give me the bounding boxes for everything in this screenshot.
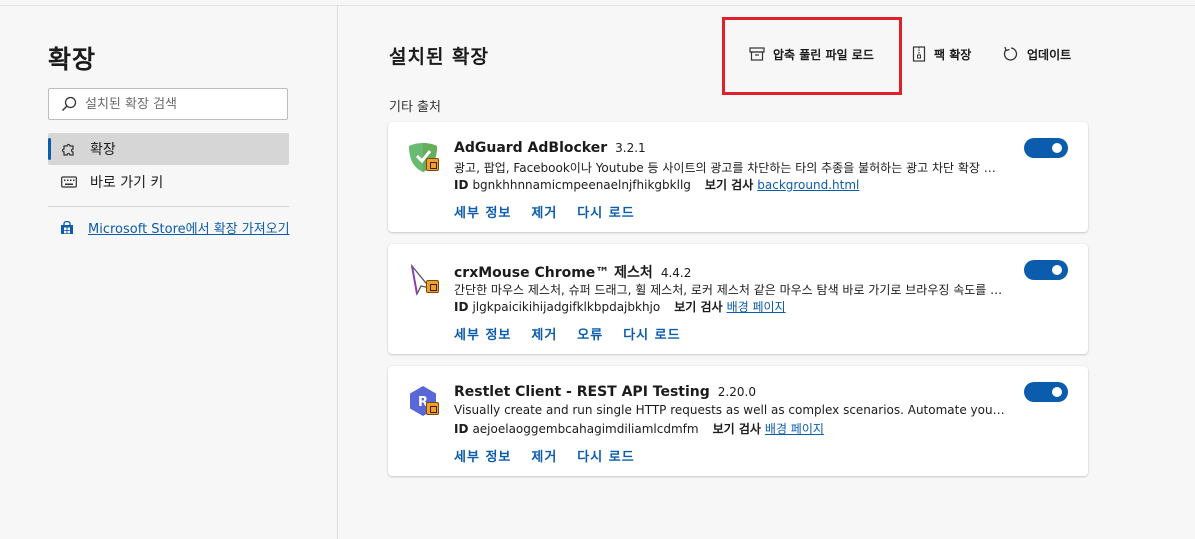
extension-actions: 세부 정보 제거 다시 로드 bbox=[454, 202, 655, 221]
inspect-view-link[interactable]: 배경 페이지 bbox=[727, 300, 786, 314]
extension-id: bgnkhhnnamicmpeenaelnjfhikgbkllg bbox=[472, 178, 691, 192]
extension-id: aejoelaoggembcahagimdiliamlcdmfm bbox=[472, 422, 699, 436]
extension-description: 간단한 마우스 제스처, 슈퍼 드래그, 휠 제스처, 로커 제스처 같은 마우… bbox=[454, 283, 1006, 297]
reload-button[interactable]: 다시 로드 bbox=[577, 202, 634, 221]
update-button[interactable]: 업데이트 bbox=[1003, 44, 1071, 64]
zip-file-icon bbox=[912, 46, 926, 62]
details-button[interactable]: 세부 정보 bbox=[454, 446, 511, 465]
search-icon bbox=[62, 96, 77, 111]
sidebar-item-label: 바로 가기 키 bbox=[90, 175, 164, 191]
extension-version: 4.4.2 bbox=[660, 266, 692, 280]
inspect-label: 보기 검사 bbox=[712, 422, 761, 436]
inspect-label: 보기 검사 bbox=[704, 178, 754, 192]
store-link[interactable]: Microsoft Store에서 확장 가져오기 bbox=[60, 218, 290, 237]
id-label: ID bbox=[454, 178, 469, 192]
extension-id-line: ID bgnkhhnnamicmpeenaelnjfhikgbkllg 보기 검사 b… bbox=[454, 176, 859, 193]
extension-id: jlgkpaicikihijadgifklkbpdajbkhjo bbox=[472, 300, 661, 314]
reload-button[interactable]: 다시 로드 bbox=[623, 324, 680, 343]
developer-mode-badge-icon bbox=[426, 280, 439, 293]
refresh-icon bbox=[1003, 46, 1019, 62]
extension-name: AdGuard AdBlocker 3.2.1 bbox=[454, 140, 646, 156]
developer-mode-badge-icon bbox=[426, 402, 439, 415]
enable-toggle[interactable] bbox=[1024, 382, 1068, 402]
sidebar-divider bbox=[48, 206, 289, 207]
store-bag-icon bbox=[60, 220, 74, 235]
id-label: ID bbox=[454, 422, 469, 436]
inspect-view-link[interactable]: 배경 페이지 bbox=[765, 422, 824, 436]
sidebar-item-extensions[interactable]: 확장 bbox=[48, 133, 289, 165]
extension-name-text: Restlet Client - REST API Testing bbox=[454, 384, 710, 400]
pack-extension-label: 팩 확장 bbox=[934, 47, 972, 62]
extension-description: Visually create and run single HTTP requ… bbox=[454, 403, 1006, 417]
sidebar: 확장 확장 바로 가기 키 bbox=[0, 6, 338, 539]
extension-card: crxMouse Chrome™ 제스처 4.4.2 간단한 마우스 제스처, 슈… bbox=[388, 244, 1088, 354]
section-label-other-sources: 기타 출처 bbox=[389, 100, 441, 115]
keyboard-icon bbox=[60, 173, 78, 191]
extension-card: R Restlet Client - REST API Testing 2.20.… bbox=[388, 366, 1088, 476]
update-label: 업데이트 bbox=[1027, 47, 1072, 62]
pack-extension-button[interactable]: 팩 확장 bbox=[912, 44, 971, 64]
extension-id-line: ID aejoelaoggembcahagimdiliamlcdmfm 보기 검사 배… bbox=[454, 420, 824, 437]
extension-name-text: AdGuard AdBlocker bbox=[454, 140, 608, 156]
puzzle-icon bbox=[60, 140, 78, 158]
extension-name: Restlet Client - REST API Testing 2.20.0 bbox=[454, 384, 756, 400]
sidebar-item-label: 확장 bbox=[90, 142, 116, 158]
search-box[interactable] bbox=[48, 88, 288, 120]
errors-button[interactable]: 오류 bbox=[577, 324, 603, 343]
extension-id-line: ID jlgkpaicikihijadgifklkbpdajbkhjo 보기 검사 배… bbox=[454, 298, 786, 315]
extension-description: 광고, 팝업, Facebook이나 Youtube 등 사이트의 광고를 차단… bbox=[454, 161, 1006, 175]
inspect-label: 보기 검사 bbox=[674, 300, 723, 314]
page-title: 설치된 확장 bbox=[389, 46, 490, 68]
details-button[interactable]: 세부 정보 bbox=[454, 324, 511, 343]
extension-actions: 세부 정보 제거 다시 로드 bbox=[454, 446, 655, 465]
details-button[interactable]: 세부 정보 bbox=[454, 202, 511, 221]
extension-version: 2.20.0 bbox=[717, 385, 756, 399]
extension-version: 3.2.1 bbox=[615, 141, 646, 155]
inspect-view-link[interactable]: background.html bbox=[757, 178, 859, 192]
reload-button[interactable]: 다시 로드 bbox=[577, 446, 634, 465]
extension-actions: 세부 정보 제거 오류 다시 로드 bbox=[454, 324, 701, 343]
remove-button[interactable]: 제거 bbox=[531, 202, 557, 221]
highlight-annotation bbox=[722, 17, 902, 95]
store-link-label: Microsoft Store에서 확장 가져오기 bbox=[88, 222, 290, 237]
developer-mode-badge-icon bbox=[426, 158, 439, 171]
extension-card: AdGuard AdBlocker 3.2.1 광고, 팝업, Facebook이… bbox=[388, 122, 1088, 232]
extension-name: crxMouse Chrome™ 제스처 4.4.2 bbox=[454, 262, 691, 282]
sidebar-item-shortcuts[interactable]: 바로 가기 키 bbox=[48, 166, 289, 198]
enable-toggle[interactable] bbox=[1024, 138, 1068, 158]
remove-button[interactable]: 제거 bbox=[531, 324, 557, 343]
enable-toggle[interactable] bbox=[1024, 260, 1068, 280]
extension-name-text: crxMouse Chrome™ 제스처 bbox=[454, 265, 653, 281]
sidebar-title: 확장 bbox=[48, 45, 97, 74]
id-label: ID bbox=[454, 300, 469, 314]
remove-button[interactable]: 제거 bbox=[531, 446, 557, 465]
search-input[interactable] bbox=[85, 96, 275, 112]
